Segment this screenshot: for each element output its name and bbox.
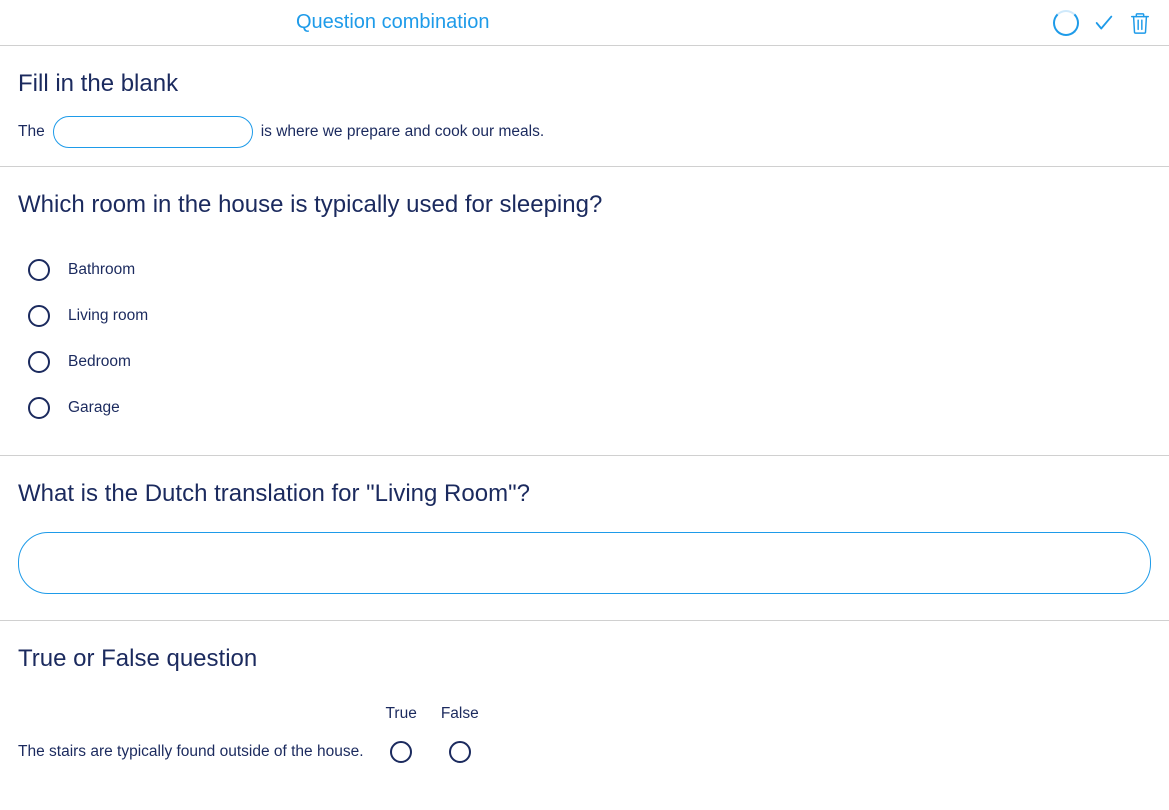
mc-option[interactable]: Garage bbox=[28, 385, 1151, 431]
fill-blank-after: is where we prepare and cook our meals. bbox=[261, 123, 544, 141]
mc-option[interactable]: Living room bbox=[28, 293, 1151, 339]
tf-row: The stairs are typically found outside o… bbox=[18, 731, 491, 773]
mc-label: Bedroom bbox=[68, 353, 131, 371]
page-title: Question combination bbox=[296, 11, 489, 34]
loading-spinner-icon bbox=[1053, 10, 1079, 36]
radio-icon bbox=[28, 397, 50, 419]
tf-radio-true[interactable] bbox=[390, 741, 412, 763]
q1-title: Fill in the blank bbox=[18, 46, 1151, 116]
header-bar: Question combination bbox=[0, 0, 1169, 46]
q4-title: True or False question bbox=[18, 621, 1151, 691]
tf-table: True False The stairs are typically foun… bbox=[18, 697, 491, 773]
fill-blank-input[interactable] bbox=[53, 116, 253, 148]
q2-title: Which room in the house is typically use… bbox=[18, 167, 1151, 237]
content-scroll[interactable]: Fill in the blank The is where we prepar… bbox=[0, 46, 1169, 810]
fill-blank-before: The bbox=[18, 123, 45, 141]
mc-option[interactable]: Bathroom bbox=[28, 247, 1151, 293]
fill-blank-row: The is where we prepare and cook our mea… bbox=[18, 116, 1151, 166]
section-text-answer: What is the Dutch translation for "Livin… bbox=[0, 456, 1169, 621]
section-fill-blank: Fill in the blank The is where we prepar… bbox=[0, 46, 1169, 167]
radio-icon bbox=[28, 351, 50, 373]
tf-col-false: False bbox=[429, 697, 491, 731]
section-true-false: True or False question True False The st… bbox=[0, 621, 1169, 803]
text-answer-input[interactable] bbox=[18, 532, 1151, 594]
radio-icon bbox=[28, 305, 50, 327]
mc-option[interactable]: Bedroom bbox=[28, 339, 1151, 385]
tf-radio-false[interactable] bbox=[449, 741, 471, 763]
header-actions bbox=[1053, 10, 1151, 36]
tf-wrap: True False The stairs are typically foun… bbox=[18, 691, 1151, 803]
mc-label: Living room bbox=[68, 307, 148, 325]
mc-options: Bathroom Living room Bedroom Garage bbox=[18, 237, 1151, 455]
tf-statement: The stairs are typically found outside o… bbox=[18, 731, 374, 773]
mc-label: Garage bbox=[68, 399, 120, 417]
mc-label: Bathroom bbox=[68, 261, 135, 279]
tf-col-true: True bbox=[374, 697, 429, 731]
trash-icon[interactable] bbox=[1129, 11, 1151, 35]
radio-icon bbox=[28, 259, 50, 281]
q3-title: What is the Dutch translation for "Livin… bbox=[18, 456, 1151, 526]
section-multiple-choice: Which room in the house is typically use… bbox=[0, 167, 1169, 456]
check-icon[interactable] bbox=[1093, 12, 1115, 34]
